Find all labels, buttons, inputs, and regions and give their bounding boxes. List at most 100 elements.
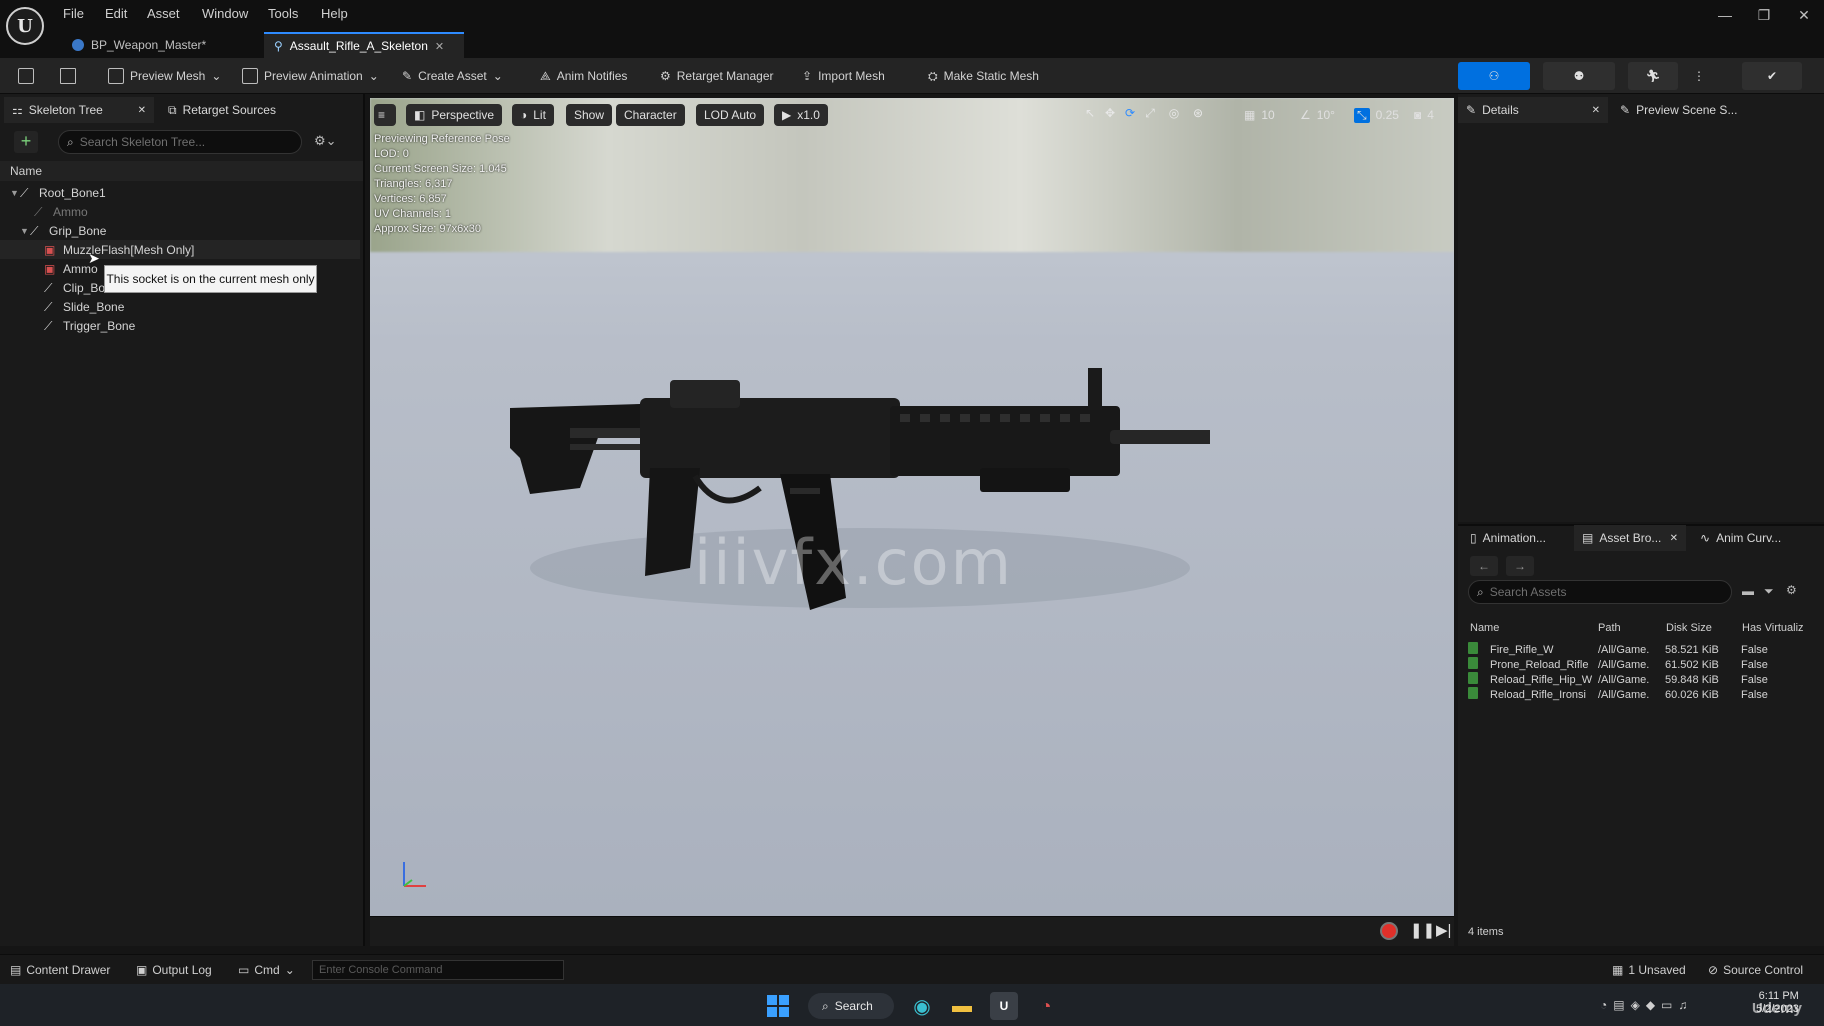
output-log-button[interactable]: ▣ Output Log [136, 960, 212, 980]
import-mesh-button[interactable]: ⇪ Import Mesh [798, 64, 889, 88]
unreal-logo-icon[interactable]: U [6, 7, 44, 45]
close-tab-icon[interactable]: ✕ [435, 40, 444, 53]
make-static-mesh-button[interactable]: ⛭ Make Static Mesh [924, 64, 1043, 88]
tree-row-grip-bone[interactable]: ▼ ⟋ Grip_Bone [0, 221, 360, 240]
doc-tab-bp-weapon-master[interactable]: BP_Weapon_Master* [62, 32, 262, 58]
windows-start-icon[interactable] [764, 992, 792, 1020]
close-tab-icon[interactable]: ✕ [1592, 105, 1600, 116]
preview-animation-button[interactable]: Preview Animation ⌄ [238, 64, 383, 88]
preview-mesh-button[interactable]: Preview Mesh ⌄ [104, 64, 225, 88]
lit-button[interactable]: ◑ Lit [512, 104, 554, 126]
pause-button[interactable]: ❚❚ [1410, 921, 1435, 939]
taskbar-search-button[interactable]: ⌕ Search [808, 993, 894, 1019]
tree-row-trigger-bone[interactable]: ⟋ Trigger_Bone [0, 316, 360, 335]
system-tray-icons[interactable]: ◔▤◈◆▭♫ [1600, 998, 1693, 1012]
translate-icon[interactable]: ✥ [1102, 106, 1118, 122]
stats-line: Current Screen Size: 1.045 [374, 163, 507, 175]
doc-tab-assault-rifle-skeleton[interactable]: ⚲ Assault_Rifle_A_Skeleton ✕ [264, 32, 464, 58]
tab-skeleton-tree[interactable]: ⚏ Skeleton Tree ✕ [4, 97, 154, 123]
source-control-button[interactable]: ⊘ Source Control [1708, 960, 1803, 980]
menu-tools[interactable]: Tools [268, 6, 298, 21]
play-speed-button[interactable]: ▶ x1.0 [774, 104, 828, 126]
minimize-icon[interactable]: — [1711, 4, 1739, 26]
tab-details[interactable]: ✎ Details ✕ [1458, 97, 1608, 123]
rotate-icon[interactable]: ⟳ [1122, 106, 1138, 122]
scale-snap-value: 0.25 [1375, 108, 1399, 122]
close-window-icon[interactable]: ✕ [1790, 4, 1818, 26]
menu-edit[interactable]: Edit [105, 6, 127, 21]
viewport-menu-icon[interactable]: ≡ [374, 104, 396, 126]
menu-asset[interactable]: Asset [147, 6, 180, 21]
tree-row-muzzleflash-socket[interactable]: ▣ MuzzleFlash [Mesh Only] [0, 240, 360, 259]
settings-mode-button[interactable]: ✔ [1742, 62, 1802, 90]
forward-arrow-icon[interactable]: → [1506, 556, 1534, 576]
column-has-virtualized[interactable]: Has Virtualiz [1742, 622, 1804, 634]
settings-icon[interactable]: ⚙ [1786, 583, 1797, 597]
cmd-dropdown[interactable]: ▭ Cmd ⌄ [238, 960, 295, 980]
collapse-icon[interactable]: ▼ [20, 226, 30, 236]
filter-icon[interactable]: ⏷ [1764, 584, 1774, 599]
column-path[interactable]: Path [1598, 622, 1666, 634]
asset-row[interactable]: Fire_Rifle_W /All/Game. 58.521 KiB False [1468, 642, 1818, 657]
add-socket-button[interactable]: + [14, 131, 38, 153]
column-disk-size[interactable]: Disk Size [1666, 622, 1742, 634]
tab-animation[interactable]: ▯ Animation... [1462, 525, 1572, 551]
more-options-icon[interactable]: ⋮ [1689, 64, 1709, 88]
preview-viewport[interactable]: ≡ ◧ Perspective ◑ Lit Show Character LOD… [370, 98, 1454, 916]
create-asset-button[interactable]: ✎ Create Asset ⌄ [398, 64, 507, 88]
lod-button[interactable]: LOD Auto [696, 104, 765, 126]
tab-preview-scene-settings[interactable]: ✎ Preview Scene S... [1612, 97, 1762, 123]
file-explorer-icon[interactable]: ▬ [948, 992, 976, 1020]
retarget-manager-button[interactable]: ⚙ Retarget Manager [656, 64, 778, 88]
animation-mode-button[interactable]: 🏃︎ [1628, 62, 1678, 90]
asset-row[interactable]: Prone_Reload_Rifle /All/Game. 61.502 KiB… [1468, 657, 1818, 672]
select-icon[interactable]: ↖ [1082, 106, 1098, 122]
restore-icon[interactable]: ❐ [1750, 4, 1778, 26]
folder-icon[interactable]: ▬ [1742, 584, 1754, 598]
tab-label: Preview Scene S... [1636, 103, 1738, 117]
character-button[interactable]: Character [616, 104, 685, 126]
blueprint-icon [72, 39, 84, 51]
console-input[interactable]: Enter Console Command [312, 960, 564, 980]
scale-icon[interactable]: ⤢ [1142, 106, 1158, 122]
angle-snap-button[interactable]: ∠ 10° [1292, 104, 1343, 126]
camera-speed-button[interactable]: ◙ 4 [1406, 104, 1442, 126]
tree-row-ammo-virtual[interactable]: ⟋ Ammo [0, 202, 360, 221]
save-icon[interactable] [14, 64, 38, 88]
step-forward-button[interactable]: ▶| [1436, 921, 1451, 939]
skeleton-mode-button[interactable]: ⚇ [1458, 62, 1530, 90]
column-name[interactable]: Name [1470, 622, 1598, 634]
menu-window[interactable]: Window [202, 6, 248, 21]
back-arrow-icon[interactable]: ← [1470, 556, 1498, 576]
show-button[interactable]: Show [566, 104, 613, 126]
asset-row[interactable]: Reload_Rifle_Ironsi /All/Game. 60.026 Ki… [1468, 687, 1818, 702]
mesh-mode-button[interactable]: ⚉ [1543, 62, 1615, 90]
perspective-button[interactable]: ◧ Perspective [406, 104, 503, 126]
anim-notifies-button[interactable]: ⟁ Anim Notifies [536, 64, 631, 88]
asset-row[interactable]: Reload_Rifle_Hip_W /All/Game. 59.848 KiB… [1468, 672, 1818, 687]
close-tab-icon[interactable]: ✕ [138, 105, 146, 116]
menu-help[interactable]: Help [321, 6, 348, 21]
tab-anim-curves[interactable]: ∿ Anim Curv... [1692, 525, 1812, 551]
tab-retarget-sources[interactable]: ⧉ Retarget Sources [160, 97, 310, 123]
asset-search-input[interactable]: ⌕ Search Assets [1468, 580, 1732, 604]
record-button[interactable] [1380, 922, 1398, 940]
unreal-taskbar-icon[interactable]: U [990, 992, 1018, 1020]
tree-row-root-bone[interactable]: ▼ ⟋ Root_Bone1 [0, 183, 360, 202]
content-drawer-button[interactable]: ▤ Content Drawer [10, 960, 110, 980]
close-tab-icon[interactable]: ✕ [1670, 533, 1678, 544]
grid-snap-button[interactable]: ▦ 10 [1236, 104, 1283, 126]
browse-icon[interactable] [56, 64, 80, 88]
tree-settings-icon[interactable]: ⚙⌄ [314, 133, 337, 149]
scale-snap-button[interactable]: ⤡ 0.25 [1346, 104, 1407, 126]
edge-browser-icon[interactable]: ◉ [908, 992, 936, 1020]
menu-file[interactable]: File [63, 6, 84, 21]
surface-snap-icon[interactable]: ⊛ [1190, 106, 1206, 122]
skeleton-search-input[interactable]: ⌕ Search Skeleton Tree... [58, 130, 302, 154]
world-local-icon[interactable]: ◎ [1166, 106, 1182, 122]
unsaved-button[interactable]: ▦ 1 Unsaved [1612, 960, 1686, 980]
collapse-icon[interactable]: ▼ [10, 188, 20, 198]
tree-row-slide-bone[interactable]: ⟋ Slide_Bone [0, 297, 360, 316]
recording-app-icon[interactable]: ◔ [1032, 992, 1060, 1020]
tab-asset-browser[interactable]: ▤ Asset Bro... ✕ [1574, 525, 1686, 551]
